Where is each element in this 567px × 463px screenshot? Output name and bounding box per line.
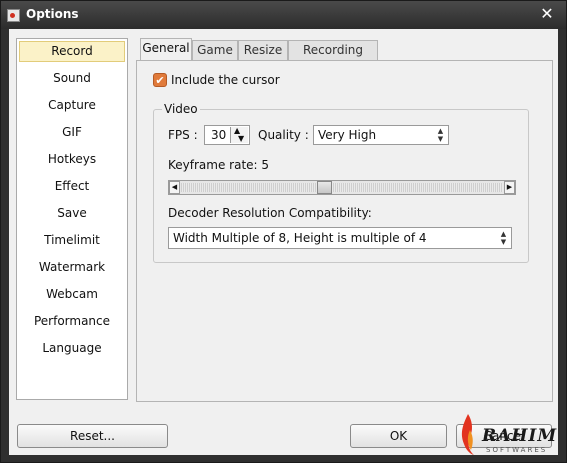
tab-game[interactable]: Game <box>192 40 238 60</box>
include-cursor-checkbox[interactable]: ✔ <box>153 73 167 87</box>
keyframe-rate-label: Keyframe rate: 5 <box>168 158 270 172</box>
quality-label: Quality : <box>258 128 309 142</box>
sidebar-item-performance[interactable]: Performance <box>19 311 125 332</box>
updown-arrows-icon: ▲ ▼ <box>437 127 444 143</box>
slider-track[interactable] <box>181 183 503 192</box>
include-cursor-label: Include the cursor <box>171 73 280 87</box>
watermark-text: RAHIM <box>482 426 558 446</box>
fps-spinbox[interactable]: 30 ▲ ▼ <box>204 125 250 145</box>
fps-value: 30 <box>211 128 227 142</box>
sidebar-item-save[interactable]: Save <box>19 203 125 224</box>
reset-button[interactable]: Reset... <box>17 424 168 448</box>
decoder-compat-label: Decoder Resolution Compatibility: <box>168 206 372 220</box>
checkmark-icon: ✔ <box>155 74 165 87</box>
window-title: Options <box>26 7 79 21</box>
sidebar-item-hotkeys[interactable]: Hotkeys <box>19 149 125 170</box>
updown-arrows-icon: ▲ ▼ <box>500 230 507 246</box>
app-icon <box>7 9 20 22</box>
options-window: Options ✕ Record Sound Capture GIF Hotke… <box>0 0 567 463</box>
decoder-compat-value: Width Multiple of 8, Height is multiple … <box>173 231 427 245</box>
slider-thumb[interactable] <box>317 181 333 194</box>
slider-right-arrow-icon[interactable]: ▶ <box>504 181 515 194</box>
sidebar-item-webcam[interactable]: Webcam <box>19 284 125 305</box>
spin-down-icon[interactable]: ▼ <box>238 135 244 143</box>
sidebar-item-watermark[interactable]: Watermark <box>19 257 125 278</box>
tab-recording-area[interactable]: Recording area <box>288 40 378 76</box>
quality-value: Very High <box>318 128 377 142</box>
slider-left-arrow-icon[interactable]: ◀ <box>169 181 180 194</box>
sidebar-item-language[interactable]: Language <box>19 338 125 359</box>
sidebar-item-gif[interactable]: GIF <box>19 122 125 143</box>
sidebar-item-timelimit[interactable]: Timelimit <box>19 230 125 251</box>
title-bar[interactable]: Options ✕ <box>1 1 566 29</box>
category-list: Record Sound Capture GIF Hotkeys Effect … <box>16 38 128 400</box>
sidebar-item-capture[interactable]: Capture <box>19 95 125 116</box>
fps-spin-buttons[interactable]: ▲ ▼ <box>230 127 248 143</box>
ok-button[interactable]: OK <box>350 424 447 448</box>
tab-general[interactable]: General <box>140 38 192 61</box>
quality-select[interactable]: Very High ▲ ▼ <box>313 125 449 145</box>
sidebar-item-record[interactable]: Record <box>19 41 125 62</box>
video-group: Video FPS : 30 ▲ ▼ Quality : Very High ▲… <box>153 102 529 263</box>
close-button[interactable]: ✕ <box>538 5 556 23</box>
watermark-logo: RAHIM SOFTWARES <box>458 410 558 460</box>
close-icon: ✕ <box>540 4 554 23</box>
tab-resize[interactable]: Resize <box>238 40 288 60</box>
sidebar-item-sound[interactable]: Sound <box>19 68 125 89</box>
dialog-client: Record Sound Capture GIF Hotkeys Effect … <box>9 29 558 455</box>
fps-label: FPS : <box>168 128 198 142</box>
watermark-subtext: SOFTWARES <box>486 446 548 454</box>
sidebar-item-effect[interactable]: Effect <box>19 176 125 197</box>
flame-icon <box>461 414 474 455</box>
keyframe-rate-slider[interactable]: ◀ ▶ <box>168 180 516 195</box>
video-group-title: Video <box>162 102 200 116</box>
general-panel: ✔ Include the cursor Video FPS : 30 ▲ ▼ … <box>136 60 553 402</box>
decoder-compat-select[interactable]: Width Multiple of 8, Height is multiple … <box>168 227 512 249</box>
